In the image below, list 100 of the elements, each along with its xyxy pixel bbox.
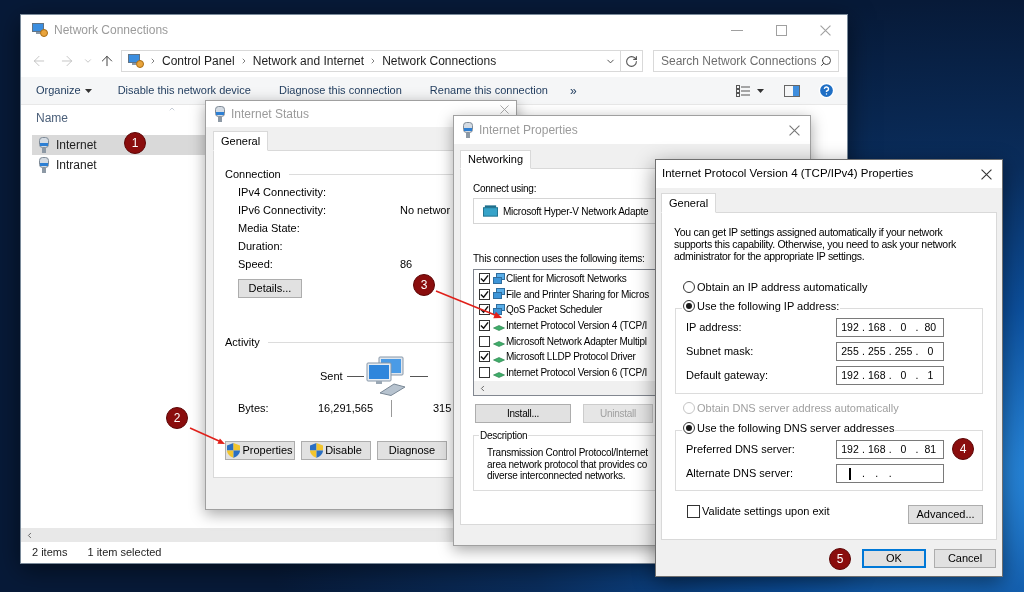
ip-address-field[interactable]: 192 . 168 . 0 . 80 [836, 317, 944, 337]
scroll-left-icon [478, 383, 487, 393]
ip-address-field[interactable]: 192 . 168 . 0 . 81 [836, 439, 944, 459]
radio-option[interactable]: Use the following DNS server addresses [683, 420, 895, 436]
field-label: Alternate DNS server: [686, 466, 793, 479]
ip-address-field[interactable]: . . . [836, 463, 944, 483]
column-header[interactable]: Name [21, 105, 211, 131]
network-plug-icon [463, 122, 473, 138]
window-title: Network Connections [54, 22, 169, 39]
checkbox[interactable] [479, 335, 490, 347]
change-view-button[interactable] [736, 84, 750, 97]
list-item[interactable]: Internet Protocol Version 6 (TCP/I [474, 364, 648, 381]
organize-menu[interactable]: Organize [36, 77, 92, 104]
search-field[interactable]: Search Network Connections [653, 50, 839, 72]
dialog-button[interactable]: Disable [301, 441, 371, 460]
scroll-left-icon [25, 530, 34, 540]
chevron-right-icon [149, 57, 157, 65]
list-item[interactable]: File and Printer Sharing for Micros [474, 286, 650, 303]
more-commands-button[interactable]: » [569, 77, 577, 104]
minimize-icon [731, 29, 743, 31]
radio-option[interactable]: Use the following IP address: [683, 298, 840, 314]
checkbox[interactable] [479, 304, 490, 316]
advanced-button[interactable]: Advanced... [908, 505, 983, 524]
radio-button[interactable] [683, 281, 695, 293]
adapter-name: Microsoft Hyper-V Network Adapte [503, 204, 649, 219]
status-text: 1 item selected [87, 545, 162, 561]
help-icon [818, 82, 835, 99]
dialog-button[interactable]: OK [862, 549, 926, 568]
dialog-button[interactable]: Install... [475, 404, 571, 423]
tab[interactable]: Networking [460, 150, 532, 169]
close-icon [819, 24, 831, 36]
sent-label: Sent [320, 368, 343, 384]
checkbox[interactable] [479, 288, 490, 300]
radio-button[interactable] [683, 422, 695, 434]
list-item[interactable]: Microsoft Network Adapter Multipl [474, 333, 648, 349]
group-heading: Description [480, 429, 528, 443]
address-bar[interactable]: Control Panel Network and Internet Network Connections [121, 50, 643, 72]
checkbox[interactable] [479, 351, 490, 363]
network-protocol-icon [493, 325, 505, 332]
shield-icon [310, 443, 324, 458]
radio-button[interactable] [683, 300, 695, 312]
field-label: Media State: [238, 221, 300, 234]
details-view-icon [736, 84, 750, 97]
field-label: Subnet mask: [686, 344, 754, 357]
help-button[interactable] [818, 82, 835, 99]
breadcrumb-item[interactable]: Control Panel [162, 54, 235, 68]
tab[interactable]: General [213, 131, 269, 151]
list-item[interactable]: Internet Protocol Version 4 (TCP/I [474, 317, 648, 334]
window-title: Internet Protocol Version 4 (TCP/IPv4) Properties [662, 166, 914, 182]
list-item[interactable]: QoS Packet Scheduler [474, 302, 604, 318]
toolbar-button[interactable]: Rename this connection [429, 77, 548, 104]
field-label: Bytes: [238, 402, 269, 415]
network-plug-icon [39, 157, 49, 173]
dialog-button[interactable]: Diagnose [377, 441, 447, 460]
ip-address-field[interactable]: 255 . 255 . 255 . 0 [836, 341, 944, 361]
group-heading: Activity [225, 334, 260, 350]
intro-text: You can get IP settings assigned automatically if your network supports this capability. Otherwise, you need to ask your network administrator for the appropriate IP settings. [674, 226, 958, 262]
network-plug-icon [39, 137, 49, 153]
network-card-icon [483, 205, 498, 217]
computers-icon [363, 356, 406, 396]
checkbox-option[interactable]: Validate settings upon exit [687, 504, 830, 518]
tab[interactable]: General [661, 193, 717, 213]
field-label: Duration: [238, 239, 283, 252]
details-button[interactable]: Details... [238, 279, 302, 298]
checkbox[interactable] [687, 504, 700, 518]
list-item[interactable]: Client for Microsoft Networks [474, 271, 628, 287]
close-button[interactable] [981, 168, 992, 180]
dialog-button[interactable]: Properties [225, 441, 295, 460]
checkbox[interactable] [479, 366, 490, 378]
close-icon [981, 168, 992, 180]
list-item[interactable]: Microsoft LLDP Protocol Driver [474, 348, 637, 365]
description-text: Transmission Control Protocol/Internet area network protocol that provides co diverse interconnected networks. [487, 447, 648, 482]
network-protocol-icon [493, 356, 505, 363]
computer-network-icon [493, 272, 505, 285]
field-label: Connect using: [473, 181, 537, 196]
search-icon [820, 55, 832, 67]
toolbar-button[interactable]: Disable this network device [117, 77, 251, 104]
field-value: 16,291,565 [318, 402, 374, 415]
breadcrumb-item[interactable]: Network and Internet [252, 54, 365, 68]
close-icon [789, 124, 800, 136]
ip-address-field[interactable]: 192 . 168 . 0 . 1 [836, 365, 944, 385]
field-label: Speed: [238, 257, 273, 270]
field-label: Preferred DNS server: [686, 442, 795, 455]
dialog-button[interactable]: Cancel [934, 549, 996, 568]
radio-option[interactable]: Obtain an IP address automatically [683, 279, 868, 295]
field-value: 86 [400, 256, 413, 272]
field-label: IPv6 Connectivity: [238, 203, 327, 216]
maximize-icon [775, 24, 787, 36]
preview-pane-button[interactable] [784, 84, 800, 97]
up-button[interactable] [99, 53, 115, 69]
breadcrumb-item[interactable]: Network Connections [382, 54, 497, 68]
checkbox[interactable] [479, 273, 490, 285]
network-protocol-icon [493, 340, 505, 347]
window-title: Internet Status [231, 106, 310, 123]
checkbox[interactable] [479, 320, 490, 332]
computer-network-icon [493, 304, 505, 316]
chevron-down-icon [83, 56, 93, 66]
field-label: IPv4 Connectivity: [238, 185, 327, 198]
forward-arrow-icon [59, 53, 75, 69]
toolbar-button[interactable]: Diagnose this connection [278, 77, 402, 104]
